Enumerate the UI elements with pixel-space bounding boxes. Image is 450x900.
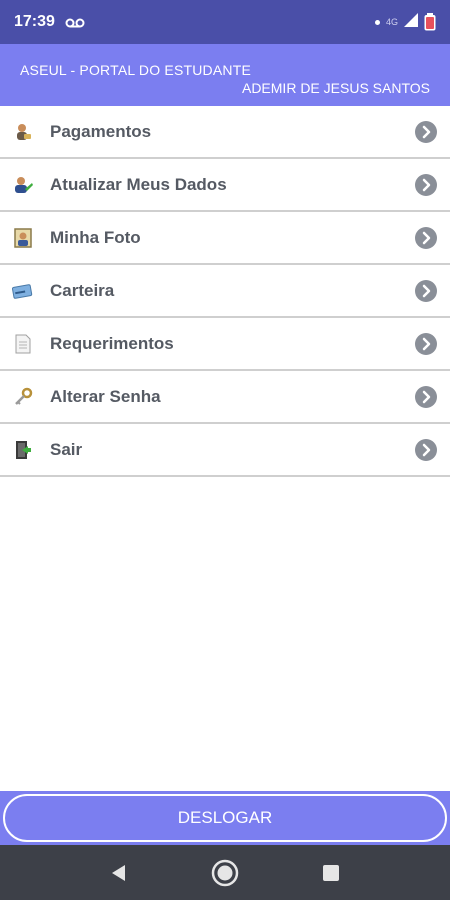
menu-list: Pagamentos Atualizar Meus Dados Minha Fo…	[0, 106, 450, 477]
user-edit-icon	[12, 174, 34, 196]
menu-item-carteira[interactable]: Carteira	[0, 265, 450, 318]
menu-item-requerimentos[interactable]: Requerimentos	[0, 318, 450, 371]
document-icon	[12, 333, 34, 355]
photo-icon	[12, 227, 34, 249]
menu-item-atualizar-dados[interactable]: Atualizar Meus Dados	[0, 159, 450, 212]
dot-icon	[374, 19, 380, 25]
app-header: ASEUL - PORTAL DO ESTUDANTE ADEMIR DE JE…	[0, 44, 450, 106]
chevron-right-icon	[414, 385, 438, 409]
menu-item-minha-foto[interactable]: Minha Foto	[0, 212, 450, 265]
status-icons: 4G	[374, 12, 436, 32]
user-name: ADEMIR DE JESUS SANTOS	[241, 80, 430, 96]
menu-label: Pagamentos	[50, 121, 152, 141]
chevron-right-icon	[414, 279, 438, 303]
menu-item-sair[interactable]: Sair	[0, 424, 450, 477]
payment-icon	[12, 121, 34, 143]
menu-label: Sair	[50, 439, 83, 459]
back-icon[interactable]	[101, 855, 137, 891]
app-screen: 17:39 4G ASEUL - PORTAL DO ESTUDANTE ADE…	[0, 0, 450, 900]
portal-title: ASEUL - PORTAL DO ESTUDANTE	[20, 62, 251, 78]
status-bar: 17:39 4G	[0, 0, 450, 44]
menu-item-alterar-senha[interactable]: Alterar Senha	[0, 371, 450, 424]
chevron-right-icon	[414, 173, 438, 197]
voicemail-icon	[65, 16, 85, 28]
status-time: 17:39	[14, 13, 55, 30]
home-icon[interactable]	[207, 855, 243, 891]
recents-icon[interactable]	[313, 855, 349, 891]
network-label: 4G	[385, 17, 398, 27]
logout-button[interactable]: DESLOGAR	[3, 794, 447, 842]
exit-icon	[12, 439, 34, 461]
key-icon	[12, 386, 34, 408]
chevron-right-icon	[414, 332, 438, 356]
menu-label: Alterar Senha	[50, 386, 161, 406]
logout-bar: DESLOGAR	[0, 791, 450, 845]
chevron-right-icon	[414, 226, 438, 250]
menu-item-pagamentos[interactable]: Pagamentos	[0, 106, 450, 159]
chevron-right-icon	[414, 438, 438, 462]
menu-label: Atualizar Meus Dados	[50, 174, 227, 194]
battery-icon	[424, 13, 436, 31]
menu-label: Minha Foto	[50, 227, 141, 247]
menu-label: Requerimentos	[50, 333, 174, 353]
card-icon	[12, 280, 34, 302]
menu-label: Carteira	[50, 280, 115, 300]
chevron-right-icon	[414, 120, 438, 144]
signal-icon	[404, 12, 418, 32]
navigation-bar	[0, 845, 450, 900]
